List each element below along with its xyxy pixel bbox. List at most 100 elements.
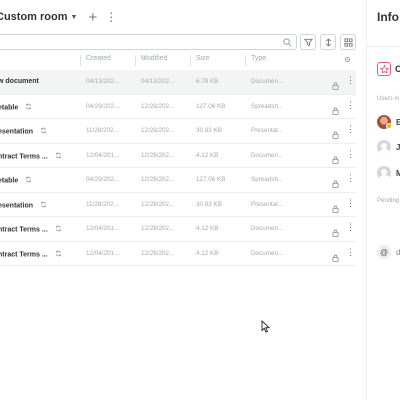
more-icon[interactable]: ⋮ [346,198,355,208]
filter-button[interactable] [300,34,316,50]
lock-icon[interactable] [332,126,339,144]
users-label: Users in [377,96,400,102]
caret-down-icon[interactable]: ▼ [71,14,78,21]
more-icon[interactable]: ⋮ [346,149,355,159]
more-icon[interactable]: ⋮ [346,223,355,232]
table-row[interactable]: ntract Terms ... 12/04/201... 12/28/202...… [0,217,356,242]
file-name-label: w document [0,78,39,85]
column-created[interactable]: Created [86,55,111,62]
modified-cell: 12/28/202... [141,127,175,134]
default-avatar[interactable] [377,166,391,180]
size-cell: 6.78 KB [196,78,219,85]
column-resizer[interactable] [80,55,81,66]
created-cell: 12/04/201... [86,249,120,257]
more-icon[interactable]: ⋮ [346,76,355,85]
member-name[interactable]: Je [396,143,400,152]
table-row[interactable]: esentation 11/28/202... 12/28/202... 30.83 … [0,119,356,144]
member-name[interactable]: M [396,169,400,178]
file-name[interactable]: esentation [0,127,47,136]
sync-icon [55,225,62,234]
lock-icon[interactable] [332,102,339,120]
file-name[interactable]: etable [0,176,32,185]
pending-label: Pending [377,198,400,204]
modified-cell: 12/28/202... [141,225,175,232]
file-name-label: esentation [0,128,34,136]
member-name[interactable]: E [396,118,400,127]
room-title[interactable]: Custom room [0,11,68,23]
sync-icon [40,127,47,136]
created-cell: 04/29/202... [86,176,120,183]
sync-icon [55,152,62,161]
modified-cell: 12/28/202... [141,176,175,183]
created-cell: 04/13/202... [86,78,120,85]
type-cell: Spreadsh... [251,176,284,183]
more-icon[interactable]: ⋮ [346,174,355,183]
type-cell: Documen... [251,249,284,257]
size-cell: 4.12 KB [196,249,219,257]
created-cell: 12/04/201... [86,225,120,232]
sync-icon [25,176,32,185]
default-avatar[interactable] [377,140,391,154]
lock-icon[interactable] [332,151,339,169]
type-cell: Presentat... [251,200,284,208]
size-cell: 30.83 KB [196,127,222,134]
online-badge [386,123,392,129]
column-size[interactable]: Size [196,55,210,62]
column-type[interactable]: Type [251,55,266,62]
grid-view-icon [343,37,353,47]
search-input[interactable] [0,34,297,50]
file-list: w document 04/13/202... 04/13/202... 6.78 K… [0,70,356,266]
file-name-label: ntract Terms ... [0,226,48,234]
created-cell: 12/04/201... [86,151,120,159]
lock-icon[interactable] [332,224,339,242]
file-name[interactable]: ntract Terms ... [0,225,62,234]
file-name-label: etable [0,177,19,185]
column-resizer[interactable] [245,55,246,66]
file-name-label: ntract Terms ... [0,152,48,160]
room-name: C [395,64,400,74]
more-icon[interactable]: ⋮ [346,247,355,257]
more-icon[interactable]: ⋮ [346,125,355,134]
file-name-label: esentation [0,201,34,209]
info-panel: Info C Users in E Je M Pending @ d [366,0,400,400]
size-cell: 4.12 KB [196,151,219,159]
info-title: Info [377,10,399,24]
table-row[interactable]: w document 04/13/202... 04/13/202... 6.78 K… [0,70,356,95]
lock-icon[interactable] [332,200,339,218]
modified-cell: 12/28/202... [141,102,175,110]
vertical-dots-icon[interactable]: ⋮ [105,11,117,23]
column-resizer[interactable] [135,55,136,66]
table-row[interactable]: ntract Terms ... 12/04/201... 12/28/202...… [0,144,356,169]
type-cell: Documen... [251,225,284,232]
file-name[interactable]: ntract Terms ... [0,250,62,259]
sort-button[interactable] [320,34,336,50]
view-toggle-button[interactable] [340,34,356,50]
lock-icon[interactable] [332,175,339,193]
table-row[interactable]: esentation 11/28/202... 12/28/202... 30.83 … [0,193,356,218]
file-name[interactable]: ntract Terms ... [0,152,62,161]
search-icon[interactable] [283,38,292,47]
plus-icon[interactable]: + [88,10,97,25]
modified-cell: 12/28/202... [141,151,175,159]
column-resizer[interactable] [190,55,191,66]
settings-icon[interactable] [344,56,351,63]
at-icon: @ [377,245,391,259]
sync-icon [40,201,47,210]
size-cell: 30.83 KB [196,200,222,208]
pending-member[interactable]: d [396,248,400,257]
sync-icon [25,103,32,112]
mouse-cursor-icon [261,320,270,333]
file-name-label: etable [0,103,19,111]
lock-icon[interactable] [332,249,339,267]
created-cell: 11/28/202... [86,127,119,134]
lock-icon[interactable] [332,77,339,95]
sort-ascending-icon: ↑ [143,55,147,62]
table-row[interactable]: etable 04/29/202... 12/28/202... 127.06 KB S… [0,168,356,193]
file-name[interactable]: esentation [0,201,47,210]
file-name[interactable]: etable [0,103,32,112]
table-row[interactable]: ntract Terms ... 12/04/201... 12/28/202...… [0,242,356,267]
more-icon[interactable]: ⋮ [346,100,355,110]
file-name[interactable]: w document [0,78,39,85]
table-row[interactable]: etable 04/29/202... 12/28/202... 127.06 KB S… [0,95,356,120]
created-cell: 11/28/202... [86,200,119,208]
